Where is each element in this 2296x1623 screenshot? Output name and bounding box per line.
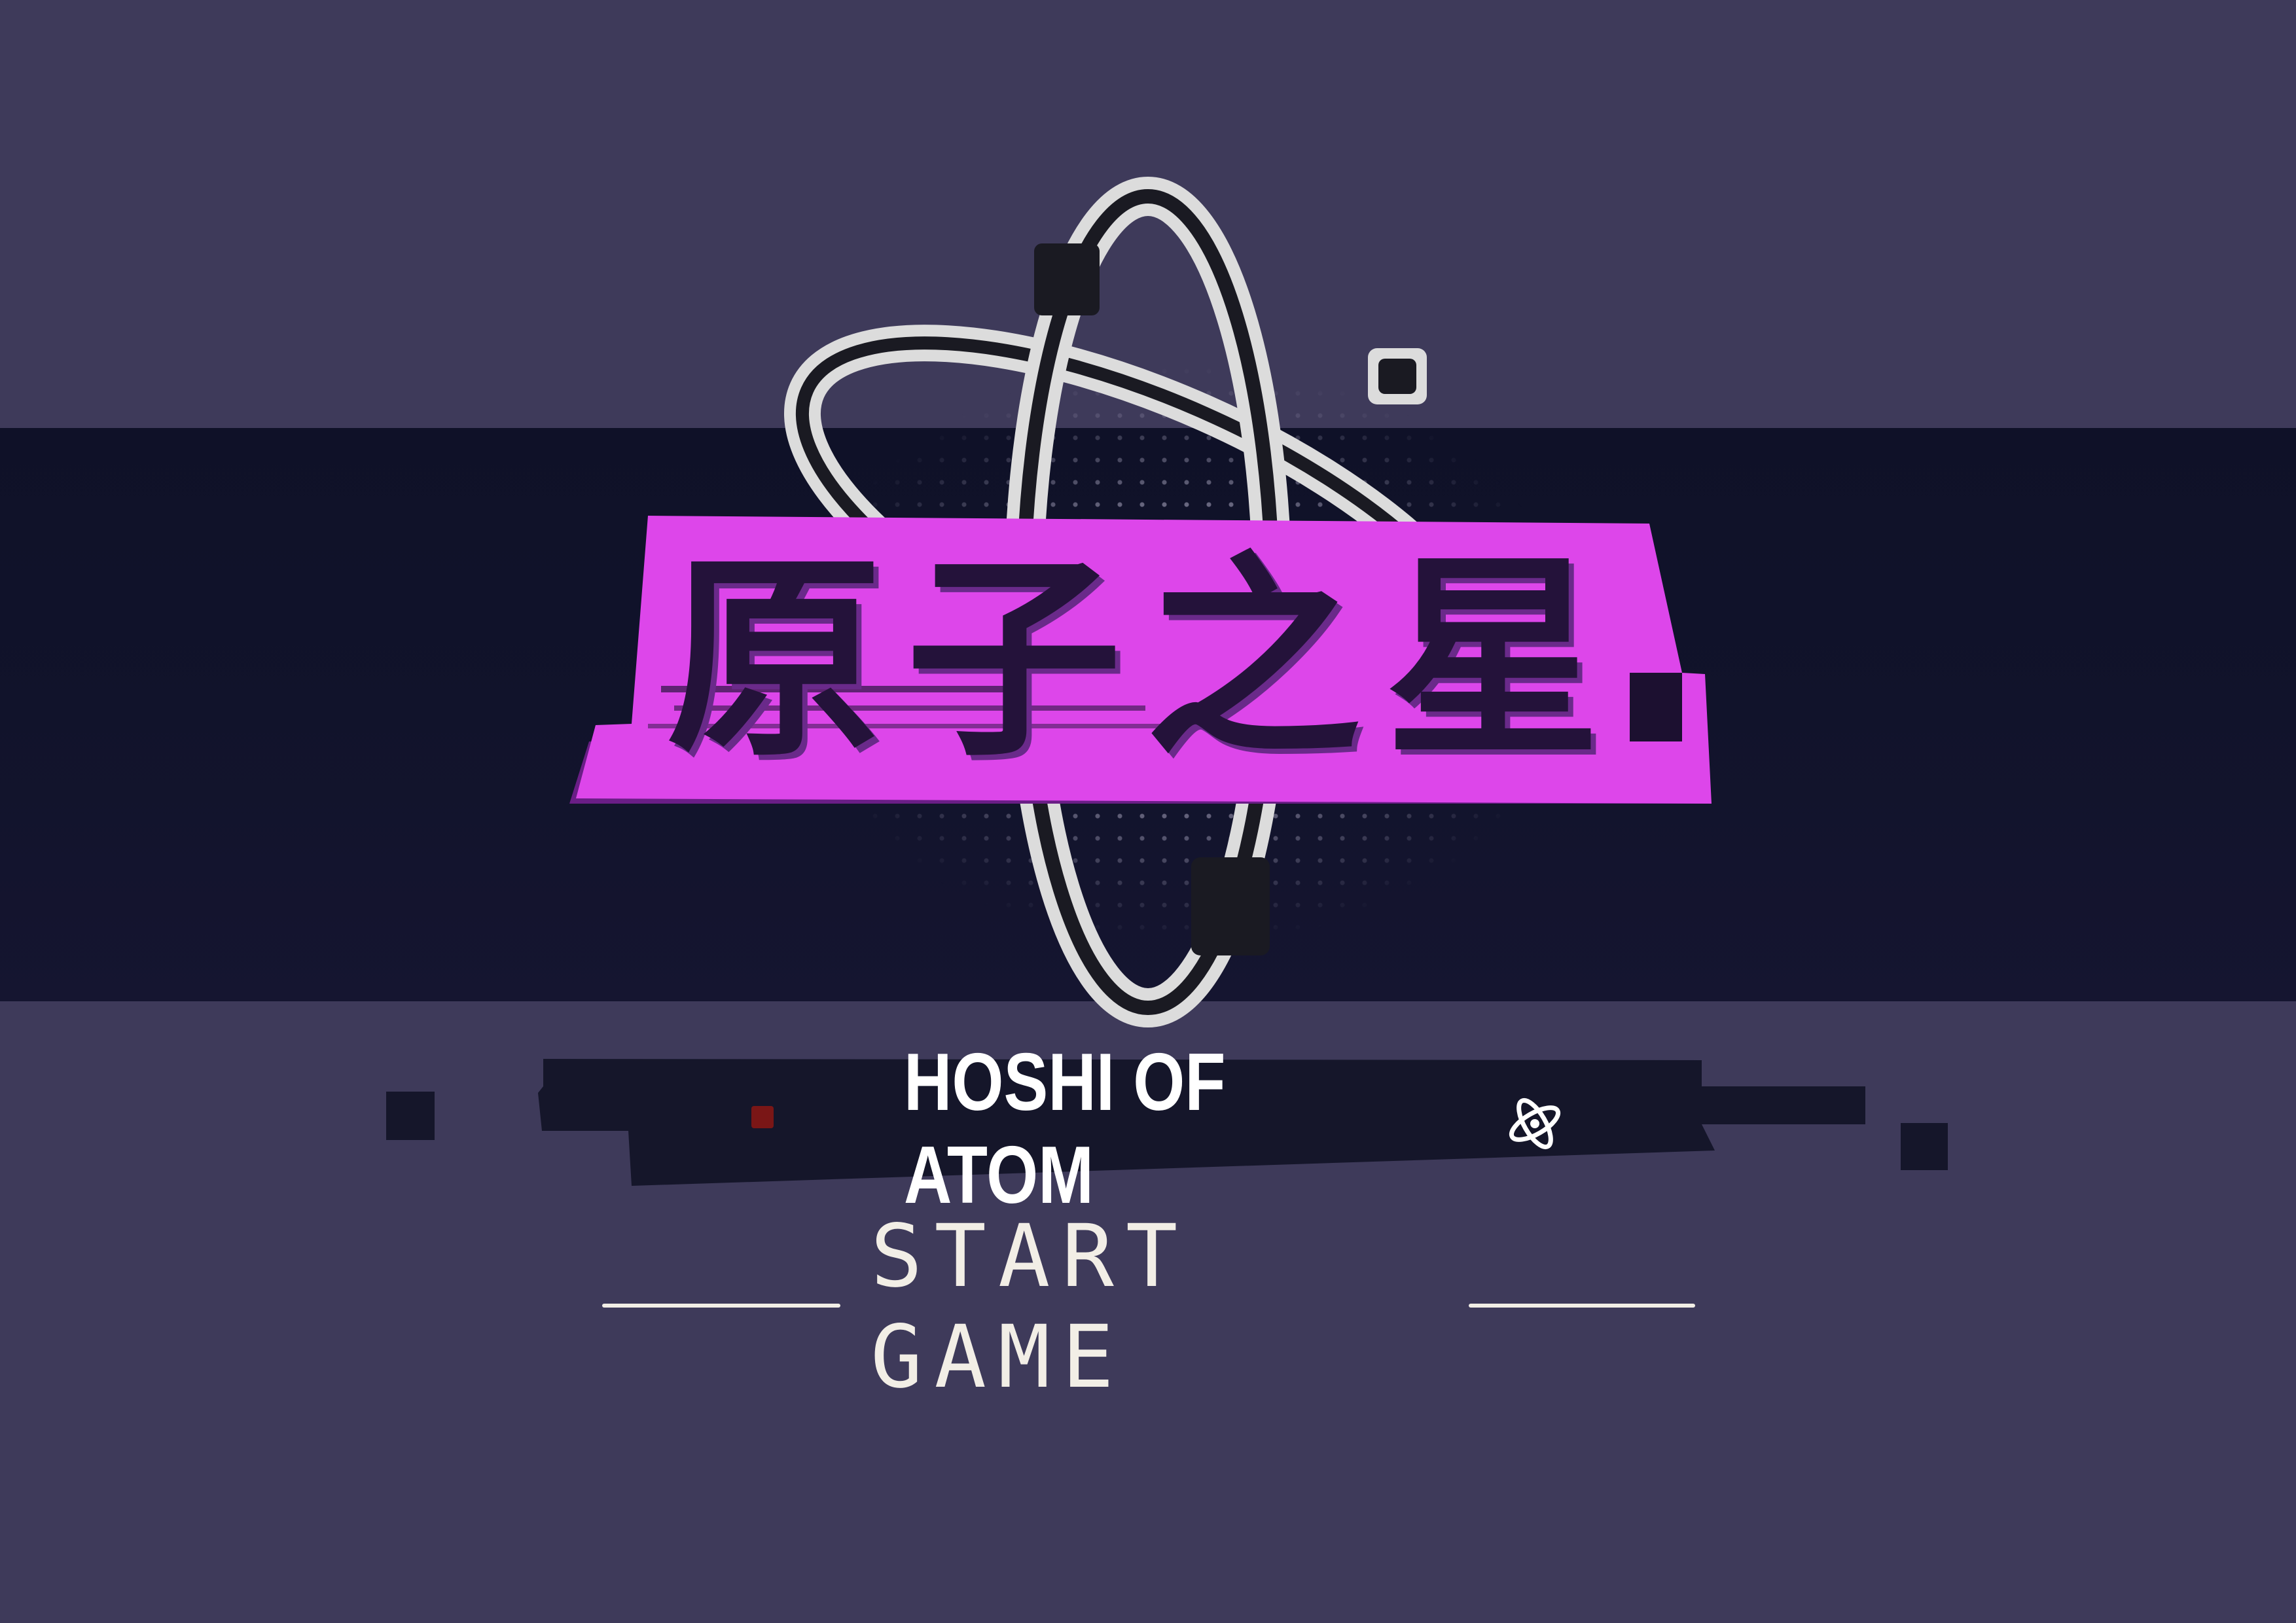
mini-atom-icon — [1509, 1097, 1561, 1150]
logo-title: 原子之星 — [666, 534, 1624, 785]
start-game-button[interactable]: START GAME — [870, 1206, 1433, 1408]
game-logo: 原子之星 — [569, 516, 1721, 804]
red-marker — [751, 1106, 774, 1128]
divider-left — [602, 1304, 840, 1308]
divider-right — [1469, 1304, 1695, 1308]
subtitle-text: HOSHI OF ATOM — [904, 1037, 1225, 1221]
start-menu: START GAME — [0, 1206, 2296, 1408]
